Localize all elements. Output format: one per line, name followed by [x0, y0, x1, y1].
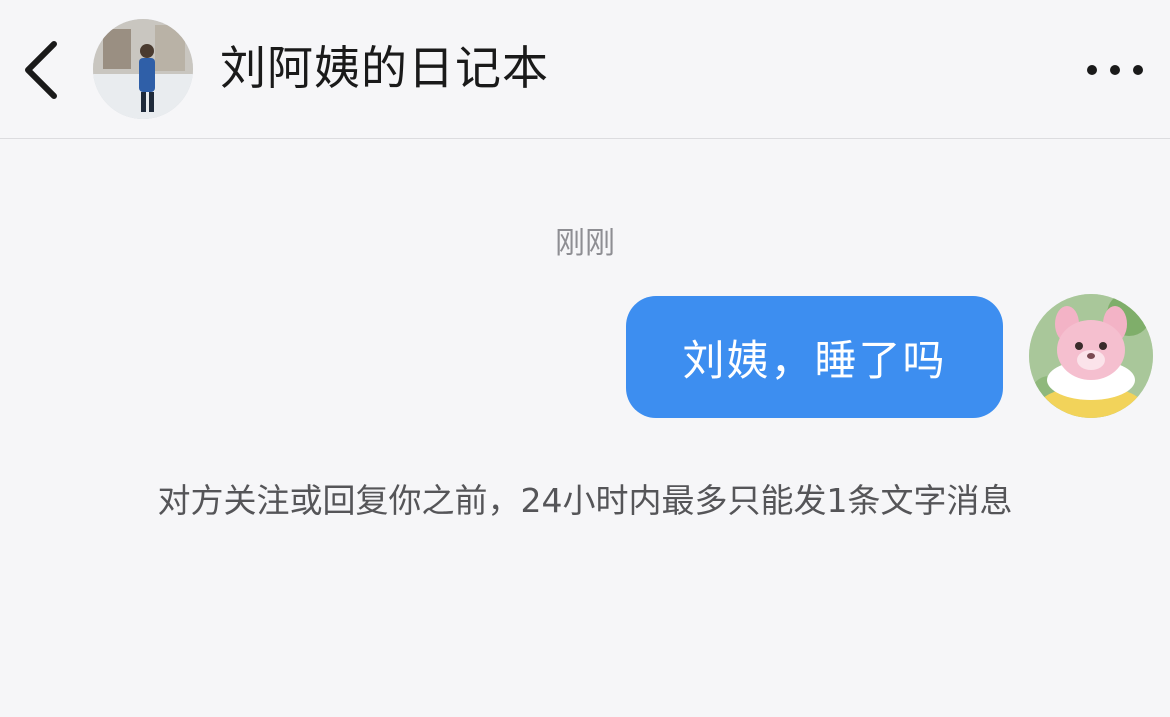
more-horizontal-icon — [1087, 65, 1143, 75]
message-timestamp: 刚刚 — [555, 226, 615, 261]
message-text: 刘姨，睡了吗 — [682, 335, 947, 385]
chevron-left-icon — [25, 41, 57, 99]
message-bubble-sent[interactable]: 刘姨，睡了吗 — [626, 296, 1003, 418]
contact-avatar-photo — [93, 19, 193, 119]
messaging-limit-notice: 对方关注或回复你之前，24小时内最多只能发1条文字消息 — [157, 481, 1013, 520]
contact-avatar[interactable] — [93, 19, 193, 119]
back-button[interactable] — [20, 38, 64, 102]
chat-header: 刘阿姨的日记本 — [0, 0, 1170, 139]
my-avatar-photo — [1029, 294, 1153, 418]
chat-title: 刘阿姨的日记本 — [220, 41, 549, 95]
more-options-button[interactable] — [1080, 52, 1150, 88]
my-avatar[interactable] — [1029, 294, 1153, 418]
